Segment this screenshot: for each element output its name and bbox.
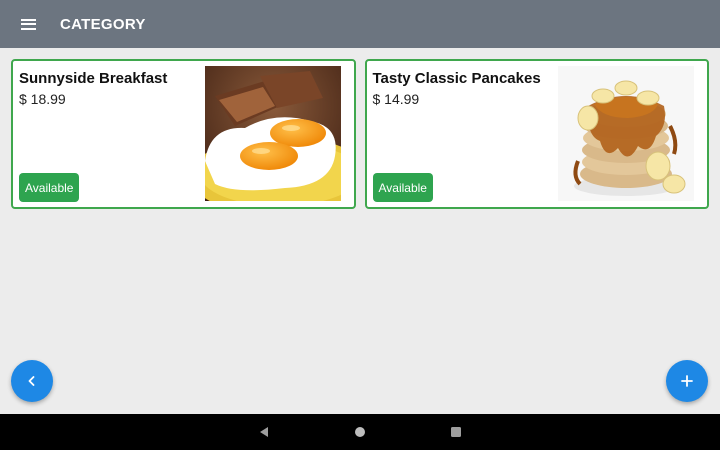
square-recents-icon bbox=[451, 427, 461, 437]
system-back-button[interactable] bbox=[244, 414, 284, 450]
item-price: $ 14.99 bbox=[372, 91, 420, 107]
system-navigation-bar bbox=[0, 414, 720, 450]
item-card-tasty-classic-pancakes[interactable]: Tasty Classic Pancakes $ 14.99 Available bbox=[364, 59, 709, 209]
add-item-button[interactable] bbox=[666, 360, 708, 402]
item-photo bbox=[204, 66, 341, 201]
item-grid: Sunnyside Breakfast $ 18.99 Available Ta… bbox=[11, 59, 709, 209]
back-button[interactable] bbox=[11, 360, 53, 402]
chevron-left-icon bbox=[28, 376, 35, 386]
status-badge: Available bbox=[19, 173, 80, 202]
fried-eggs-toast-icon bbox=[204, 66, 341, 201]
menu-button[interactable] bbox=[0, 0, 56, 48]
circle-home-icon bbox=[355, 427, 365, 437]
item-price: $ 18.99 bbox=[19, 91, 66, 107]
system-recents-button[interactable] bbox=[436, 414, 476, 450]
app-bar: CATEGORY bbox=[0, 0, 720, 48]
triangle-back-icon bbox=[260, 427, 268, 437]
plus-icon bbox=[681, 375, 693, 387]
status-badge: Available bbox=[372, 173, 433, 202]
system-home-button[interactable] bbox=[340, 414, 380, 450]
banana-pancakes-icon bbox=[558, 66, 694, 201]
item-photo bbox=[558, 66, 694, 201]
hamburger-menu-icon bbox=[20, 18, 36, 30]
item-name: Sunnyside Breakfast bbox=[19, 70, 168, 87]
item-card-sunnyside-breakfast[interactable]: Sunnyside Breakfast $ 18.99 Available bbox=[11, 59, 356, 209]
item-name: Tasty Classic Pancakes bbox=[372, 70, 541, 87]
page-title: CATEGORY bbox=[60, 15, 146, 33]
